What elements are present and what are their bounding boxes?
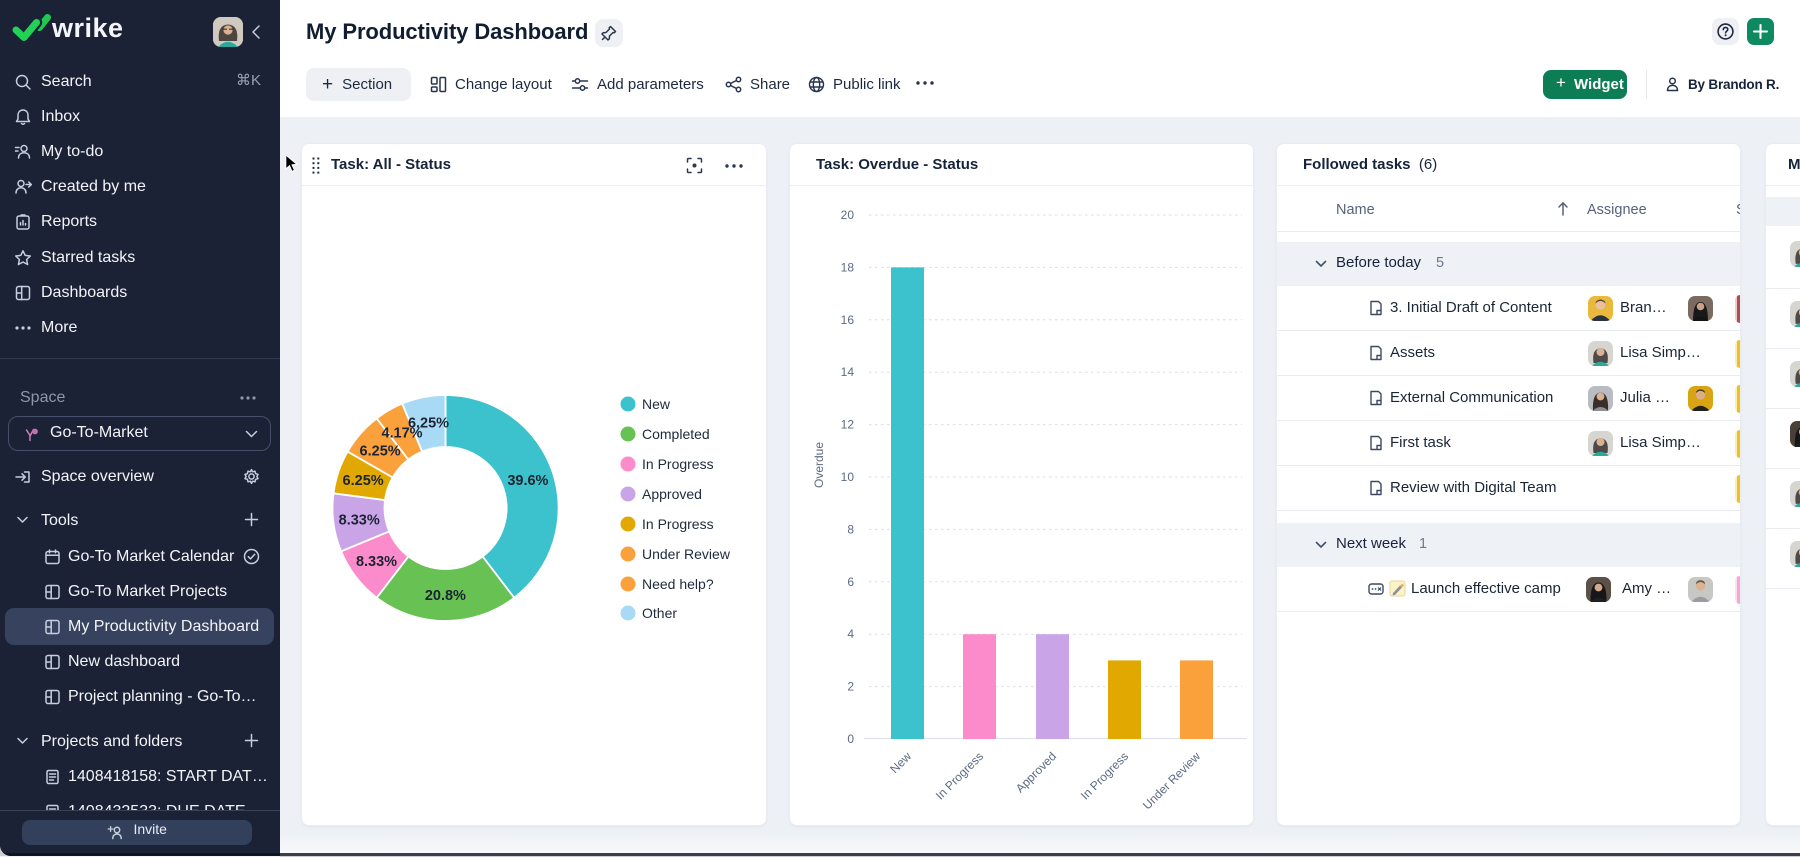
svg-text:4: 4	[847, 627, 854, 641]
svg-text:Other: Other	[642, 605, 677, 621]
svg-text:In Progress: In Progress	[642, 456, 714, 472]
svg-text:10: 10	[841, 470, 855, 484]
svg-text:6.25%: 6.25%	[360, 444, 401, 460]
svg-text:2: 2	[847, 680, 854, 694]
svg-text:In Progress: In Progress	[642, 516, 714, 532]
svg-text:12: 12	[841, 418, 855, 432]
svg-text:Approved: Approved	[1013, 749, 1059, 795]
svg-text:Approved: Approved	[642, 486, 702, 502]
svg-text:0: 0	[847, 732, 854, 746]
svg-text:Need help?: Need help?	[642, 576, 714, 592]
svg-text:New: New	[887, 749, 914, 776]
svg-text:6.25%: 6.25%	[343, 473, 384, 489]
svg-text:8.33%: 8.33%	[339, 512, 380, 528]
svg-text:16: 16	[841, 313, 855, 327]
svg-text:Under Review: Under Review	[1140, 749, 1203, 812]
svg-text:14: 14	[841, 365, 855, 379]
svg-text:18: 18	[841, 260, 855, 274]
svg-text:8: 8	[847, 522, 854, 536]
svg-text:In Progress: In Progress	[1078, 749, 1131, 802]
svg-text:Completed: Completed	[642, 426, 710, 442]
svg-text:New: New	[642, 396, 671, 412]
svg-text:39.6%: 39.6%	[507, 473, 548, 489]
svg-text:8.33%: 8.33%	[356, 554, 397, 570]
svg-text:6: 6	[847, 575, 854, 589]
svg-text:20: 20	[841, 208, 855, 222]
svg-text:6.25%: 6.25%	[408, 416, 449, 432]
svg-text:Under Review: Under Review	[642, 546, 731, 562]
svg-text:Overdue: Overdue	[812, 442, 826, 488]
svg-text:In Progress: In Progress	[933, 749, 986, 802]
svg-text:20.8%: 20.8%	[425, 588, 466, 604]
